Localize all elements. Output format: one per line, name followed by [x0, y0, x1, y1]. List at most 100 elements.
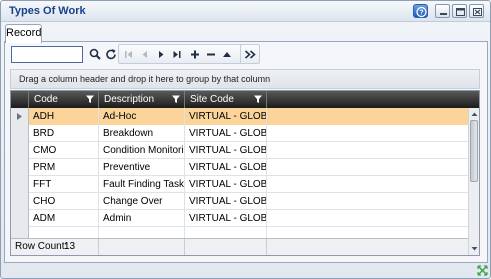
cell-description[interactable]: Fault Finding Task [99, 176, 185, 193]
record-navigation-group [118, 44, 242, 64]
filter-icon[interactable] [85, 94, 95, 104]
row-indicator[interactable] [11, 210, 29, 227]
row-indicator[interactable] [11, 193, 29, 210]
cell-code[interactable] [29, 227, 99, 238]
cell-filler [267, 193, 468, 210]
row-count-cell: Row Count: 13 [11, 239, 99, 255]
cell-description[interactable]: Condition Monitoring [99, 142, 185, 159]
table-row[interactable]: ADH Ad-Hoc VIRTUAL - GLOBAL [11, 108, 468, 125]
cell-description[interactable]: Change Over [99, 193, 185, 210]
restore-icon [456, 8, 465, 16]
cell-site-code[interactable]: VIRTUAL - GLOBAL [185, 176, 267, 193]
vertical-scrollbar[interactable] [468, 108, 479, 255]
cell-code[interactable]: CMO [29, 142, 99, 159]
cell-site-code[interactable]: VIRTUAL - GLOBAL [185, 159, 267, 176]
table-row[interactable]: ADM Admin VIRTUAL - GLOBAL [11, 210, 468, 227]
types-of-work-window: Types Of Work ? Record Drag a column hea… [0, 0, 491, 279]
scroll-down-icon[interactable] [470, 244, 479, 253]
search-input[interactable] [11, 46, 83, 63]
filter-icon[interactable] [253, 94, 263, 104]
group-by-hint: Drag a column header and drop it here to… [19, 74, 271, 84]
cell-site-code[interactable]: VIRTUAL - GLOBAL [185, 210, 267, 227]
cell-site-code[interactable]: VIRTUAL - GLOBAL [185, 108, 267, 125]
window-title: Types Of Work [9, 5, 86, 17]
cell-filler [267, 159, 468, 176]
collapse-icon[interactable] [219, 47, 235, 62]
add-icon[interactable] [187, 47, 203, 62]
cell-filler [267, 142, 468, 159]
expand-icon[interactable] [242, 47, 258, 62]
cell-description[interactable]: Ad-Hoc [99, 108, 185, 125]
column-header-site-code[interactable]: Site Code [185, 91, 267, 108]
column-header-filler [267, 91, 467, 108]
row-indicator[interactable] [11, 159, 29, 176]
table-row-partial[interactable] [11, 227, 468, 238]
cell-site-code[interactable]: VIRTUAL - GLOBAL [185, 142, 267, 159]
footer-cell [185, 239, 267, 255]
help-button[interactable]: ? [413, 4, 428, 18]
refresh-icon[interactable] [103, 46, 119, 63]
delete-icon[interactable] [203, 47, 219, 62]
footer-cell [99, 239, 185, 255]
scroll-up-icon[interactable] [470, 110, 479, 119]
cell-code[interactable]: CHO [29, 193, 99, 210]
cell-description[interactable]: Admin [99, 210, 185, 227]
row-indicator-header [11, 91, 29, 108]
table-row[interactable]: CHO Change Over VIRTUAL - GLOBAL [11, 193, 468, 210]
cell-filler [267, 125, 468, 142]
cell-code[interactable]: PRM [29, 159, 99, 176]
row-indicator[interactable] [11, 108, 29, 125]
column-header-label: Site Code [190, 94, 234, 105]
table-row[interactable]: CMO Condition Monitoring VIRTUAL - GLOBA… [11, 142, 468, 159]
cell-filler [267, 210, 468, 227]
filter-icon[interactable] [171, 94, 181, 104]
grid-footer: Row Count: 13 [11, 238, 468, 255]
title-bar[interactable]: Types Of Work ? [1, 1, 490, 22]
table-row[interactable]: BRD Breakdown VIRTUAL - GLOBAL [11, 125, 468, 142]
column-header-code[interactable]: Code [29, 91, 99, 108]
cell-site-code[interactable]: VIRTUAL - GLOBAL [185, 193, 267, 210]
table-row[interactable]: FFT Fault Finding Task VIRTUAL - GLOBAL [11, 176, 468, 193]
scrollbar-thumb[interactable] [470, 120, 478, 182]
grid-header: Code Description Site Code [11, 91, 479, 108]
cell-site-code[interactable]: VIRTUAL - GLOBAL [185, 125, 267, 142]
column-header-label: Description [104, 94, 155, 105]
svg-text:?: ? [419, 10, 423, 17]
cell-filler [267, 227, 468, 238]
first-record-icon[interactable] [121, 47, 137, 62]
cell-filler [267, 176, 468, 193]
minimize-button[interactable] [435, 4, 450, 18]
cell-code[interactable]: FFT [29, 176, 99, 193]
row-count-value: 13 [64, 241, 76, 252]
row-indicator[interactable] [11, 176, 29, 193]
cell-description[interactable]: Breakdown [99, 125, 185, 142]
help-icon: ? [416, 6, 427, 18]
restore-button[interactable] [452, 4, 467, 18]
column-header-description[interactable]: Description [99, 91, 185, 108]
cell-filler [267, 108, 468, 125]
current-row-arrow-icon [17, 113, 22, 120]
cell-code[interactable]: BRD [29, 125, 99, 142]
cell-description[interactable] [99, 227, 185, 238]
expand-group [240, 44, 260, 64]
tab-strip: Record [1, 23, 490, 43]
resize-grip-icon[interactable] [477, 265, 488, 276]
row-indicator[interactable] [11, 125, 29, 142]
row-indicator[interactable] [11, 142, 29, 159]
close-button[interactable] [469, 4, 484, 18]
cell-code[interactable]: ADH [29, 108, 99, 125]
next-record-icon[interactable] [153, 47, 169, 62]
group-by-panel[interactable]: Drag a column header and drop it here to… [10, 69, 480, 89]
cell-description[interactable]: Preventive [99, 159, 185, 176]
last-record-icon[interactable] [169, 47, 185, 62]
row-count-label: Row Count: [15, 241, 68, 252]
row-indicator[interactable] [11, 227, 29, 238]
column-header-label: Code [34, 94, 58, 105]
data-grid: Code Description Site Code ADH Ad-Hoc VI… [10, 90, 480, 256]
cell-site-code[interactable] [185, 227, 267, 238]
cell-code[interactable]: ADM [29, 210, 99, 227]
tab-record[interactable]: Record [5, 24, 42, 43]
search-icon[interactable] [87, 46, 103, 63]
previous-record-icon[interactable] [137, 47, 153, 62]
table-row[interactable]: PRM Preventive VIRTUAL - GLOBAL [11, 159, 468, 176]
